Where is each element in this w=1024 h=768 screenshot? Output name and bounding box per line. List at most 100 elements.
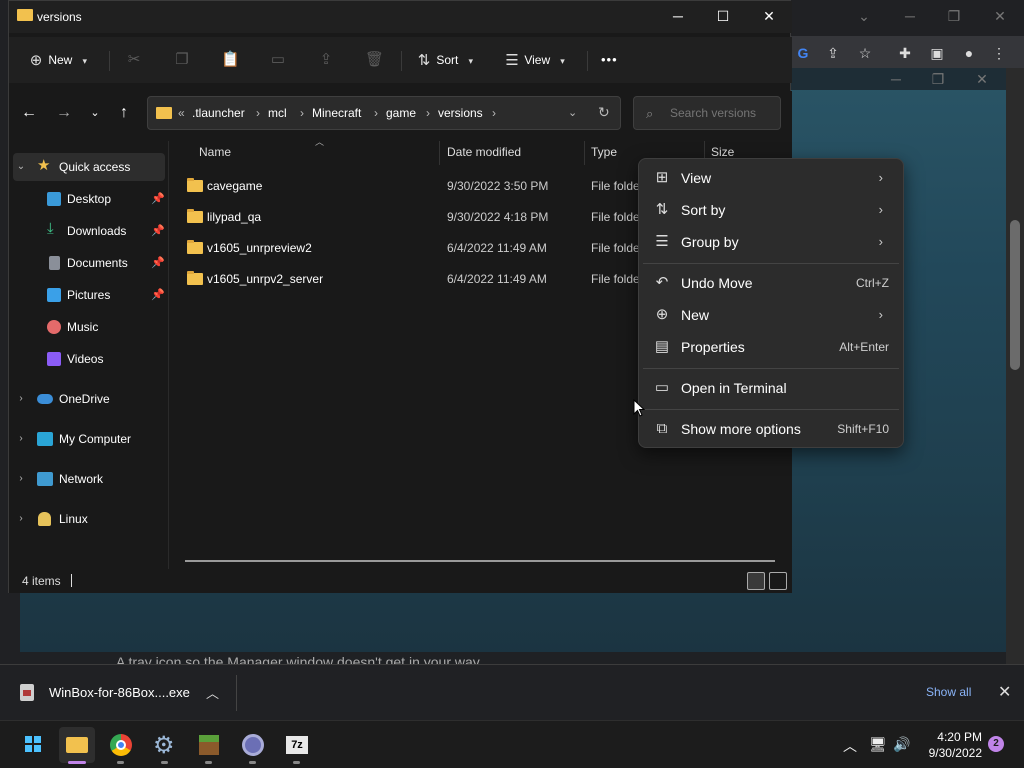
pin-icon[interactable]: 📌 — [151, 249, 165, 277]
search-box[interactable]: ⌕ — [633, 96, 781, 130]
chevron-down-icon[interactable]: ⌄ — [568, 106, 577, 119]
browser-restore-button[interactable]: ❐ — [944, 6, 964, 26]
close-button[interactable]: ✕ — [746, 1, 792, 31]
menu-item-group-by[interactable]: ☰ Group by › — [643, 227, 899, 257]
pin-icon[interactable]: 📌 — [151, 185, 165, 213]
view-button[interactable]: ☰ View ▾ — [503, 47, 571, 73]
chevron-down-icon[interactable]: ⌄ — [15, 153, 27, 181]
sidebar-item-linux[interactable]: › Linux — [13, 505, 165, 533]
chevron-right-icon[interactable]: › — [15, 505, 27, 533]
column-header-date[interactable]: Date modified — [447, 145, 521, 159]
menu-item-properties[interactable]: ▤ Properties Alt+Enter — [643, 332, 899, 362]
menu-item-view[interactable]: ⊞ View › — [643, 163, 899, 193]
taskbar-7zip[interactable]: 7z — [279, 727, 315, 763]
maximize-button[interactable]: ☐ — [700, 1, 746, 31]
google-icon[interactable]: G — [794, 44, 812, 62]
sidebar-item-onedrive[interactable]: › OneDrive — [13, 385, 165, 413]
breadcrumb-item[interactable]: Minecraft — [312, 106, 361, 120]
clock-date[interactable]: 9/30/2022 — [918, 746, 982, 760]
copy-icon[interactable]: ❐ — [173, 47, 191, 73]
share-icon[interactable]: ⇪ — [824, 44, 842, 62]
download-file-name[interactable]: WinBox-for-86Box....exe — [49, 685, 190, 700]
chevron-down-icon[interactable]: ⌄ — [854, 6, 874, 26]
breadcrumb-item[interactable]: .tlauncher — [192, 106, 245, 120]
large-icons-view-icon[interactable] — [769, 572, 787, 590]
taskbar-settings[interactable]: ⚙ — [147, 727, 183, 763]
sidebar-item-pictures[interactable]: Pictures 📌 — [13, 281, 165, 309]
chevron-up-icon[interactable]: ︿ — [843, 736, 857, 756]
sidebar-item-network[interactable]: › Network — [13, 465, 165, 493]
show-all-button[interactable]: Show all — [926, 685, 971, 699]
breadcrumb-item[interactable]: mcl — [268, 106, 287, 120]
paste-icon[interactable]: 📋 — [221, 47, 240, 73]
pin-icon[interactable]: 📌 — [151, 281, 165, 309]
delete-icon[interactable]: 🗑 — [365, 47, 384, 73]
sidebar-item-videos[interactable]: Videos — [13, 345, 165, 373]
breadcrumb-item[interactable]: versions — [438, 106, 483, 120]
taskbar-edge-beta[interactable] — [235, 727, 271, 763]
recent-locations-icon[interactable]: ⌄ — [83, 101, 107, 125]
address-bar[interactable]: « .tlauncher › mcl › Minecraft › game › … — [147, 96, 621, 130]
chevron-right-icon[interactable]: › — [374, 106, 378, 120]
browser-menu-icon[interactable]: ⋮ — [990, 44, 1008, 62]
column-header-name[interactable]: Name — [199, 145, 231, 159]
column-divider[interactable] — [584, 141, 585, 165]
start-button[interactable] — [14, 727, 50, 763]
breadcrumb-item[interactable]: game — [386, 106, 416, 120]
column-header-size[interactable]: Size — [711, 145, 734, 159]
rename-icon[interactable]: ▭ — [269, 47, 287, 73]
page-scrollbar-thumb[interactable] — [1010, 220, 1020, 370]
browser-close-button[interactable]: ✕ — [990, 6, 1010, 26]
forward-arrow-icon[interactable]: → — [52, 101, 76, 125]
chevron-up-icon[interactable]: ︿ — [206, 683, 219, 702]
cut-icon[interactable]: ✂ — [125, 47, 143, 73]
menu-item-open-in-terminal[interactable]: ▭ Open in Terminal — [643, 373, 899, 403]
chevron-right-icon[interactable]: › — [300, 106, 304, 120]
sidebar-item-documents[interactable]: Documents 📌 — [13, 249, 165, 277]
close-icon[interactable]: ✕ — [998, 682, 1011, 702]
taskbar-file-explorer[interactable] — [59, 727, 95, 763]
chevron-right-icon[interactable]: › — [15, 465, 27, 493]
bookmark-star-icon[interactable]: ☆ — [856, 44, 874, 62]
video-minimize-button[interactable]: ─ — [886, 69, 906, 89]
menu-item-new[interactable]: ⊕ New › — [643, 300, 899, 330]
chevron-right-icon[interactable]: › — [15, 385, 27, 413]
menu-item-undo-move[interactable]: ↶ Undo Move Ctrl+Z — [643, 268, 899, 298]
video-close-button[interactable]: ✕ — [972, 69, 992, 89]
clock-time[interactable]: 4:20 PM — [930, 730, 982, 744]
pin-icon[interactable]: 📌 — [151, 217, 165, 245]
search-input[interactable] — [670, 106, 776, 120]
new-button[interactable]: ⊕ New ▾ — [27, 47, 94, 73]
taskbar-minecraft[interactable] — [191, 727, 227, 763]
column-divider[interactable] — [439, 141, 440, 165]
up-arrow-icon[interactable]: ↑ — [112, 101, 136, 125]
chevron-right-icon[interactable]: › — [256, 106, 260, 120]
breadcrumb-overflow[interactable]: « — [178, 106, 185, 120]
refresh-icon[interactable]: ↻ — [598, 104, 610, 121]
sidebar-item-desktop[interactable]: Desktop 📌 — [13, 185, 165, 213]
video-restore-button[interactable]: ❐ — [928, 69, 948, 89]
sidebar-item-downloads[interactable]: ⤓ Downloads 📌 — [13, 217, 165, 245]
browser-minimize-button[interactable]: ─ — [900, 6, 920, 26]
see-more-button[interactable]: ••• — [601, 47, 618, 73]
network-icon[interactable]: 🖥 — [869, 736, 887, 753]
details-view-icon[interactable] — [747, 572, 765, 590]
volume-icon[interactable]: 🔊 — [893, 736, 910, 753]
extensions-icon[interactable]: ✚ — [896, 44, 914, 62]
sidebar-item-my-computer[interactable]: › My Computer — [13, 425, 165, 453]
back-arrow-icon[interactable]: ← — [17, 101, 41, 125]
notification-badge[interactable]: 2 — [988, 736, 1004, 752]
chevron-right-icon[interactable]: › — [426, 106, 430, 120]
profile-icon[interactable]: ● — [960, 44, 978, 62]
menu-item-sort-by[interactable]: ⇅ Sort by › — [643, 195, 899, 225]
menu-item-show-more-options[interactable]: ⧉ Show more options Shift+F10 — [643, 414, 899, 444]
share-icon[interactable]: ⇪ — [317, 47, 335, 73]
minimize-button[interactable]: ─ — [655, 1, 701, 31]
chevron-right-icon[interactable]: › — [492, 106, 496, 120]
chevron-right-icon[interactable]: › — [15, 425, 27, 453]
side-panel-icon[interactable]: ▣ — [928, 44, 946, 62]
taskbar-chrome[interactable] — [103, 727, 139, 763]
column-header-type[interactable]: Type — [591, 145, 617, 159]
sidebar-item-quick-access[interactable]: ⌄ ★ Quick access — [13, 153, 165, 181]
sort-button[interactable]: ⇅ Sort ▾ — [415, 47, 480, 73]
